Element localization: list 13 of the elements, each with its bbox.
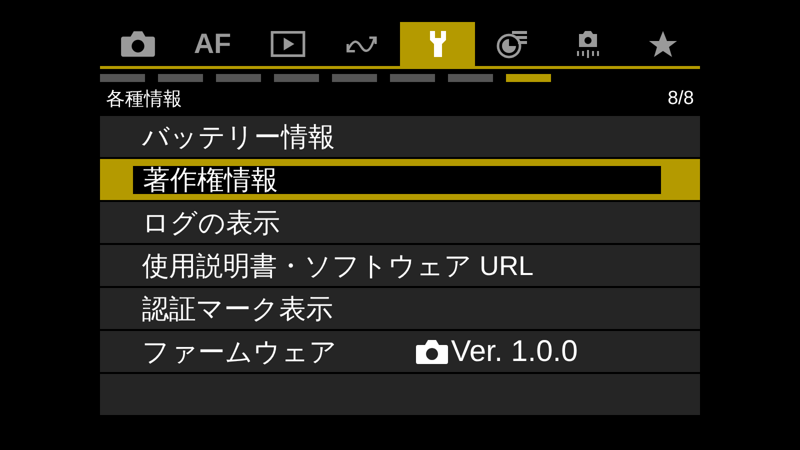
menu-item[interactable]: 著作権情報 (100, 159, 700, 200)
camera-icon (415, 338, 449, 366)
page-number: 8/8 (668, 88, 694, 110)
menu-item[interactable]: ファームウェア Ver. 1.0.0 (100, 331, 700, 372)
menu-tab[interactable]: AF (175, 22, 250, 66)
menu-item[interactable]: バッテリー情報 (100, 116, 700, 157)
firmware-version: Ver. 1.0.0 (451, 334, 578, 368)
menu-item[interactable]: 使用説明書・ソフトウェア URL (100, 245, 700, 286)
play-icon (270, 29, 306, 59)
section-title: 各種情報 (106, 88, 182, 112)
menu-item[interactable]: 認証マーク表示 (100, 288, 700, 329)
camera-icon (120, 29, 156, 59)
menu-item[interactable]: ログの表示 (100, 202, 700, 243)
